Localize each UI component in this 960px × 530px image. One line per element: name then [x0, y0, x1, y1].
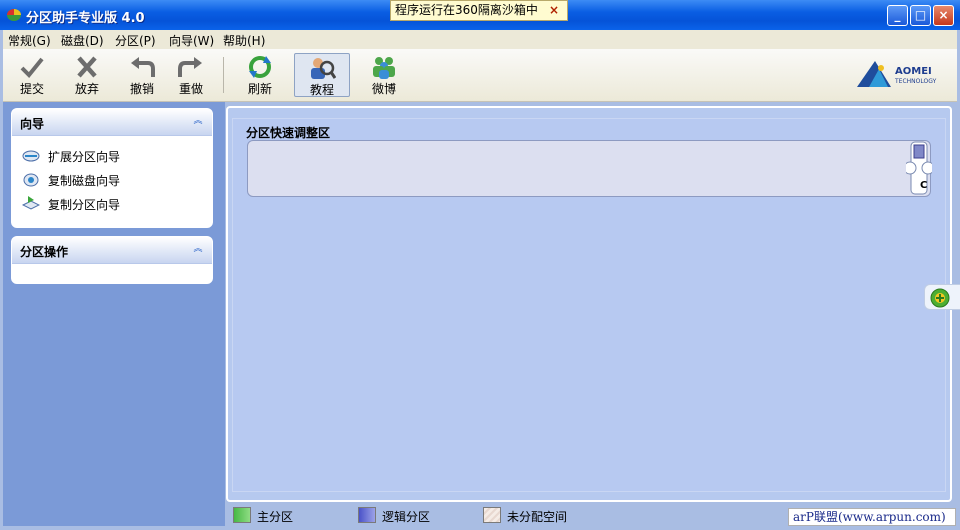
add-circle-icon [930, 288, 950, 308]
toolbar-separator [223, 57, 224, 93]
undo-button[interactable]: 撤销 [117, 53, 167, 97]
resize-handle-icon[interactable] [906, 140, 932, 196]
weibo-icon [373, 57, 395, 79]
menu-wizard[interactable]: 向导(W) [169, 32, 214, 49]
window-title: 分区助手专业版 4.0 [26, 11, 145, 26]
menu-general[interactable]: 常规(G) [8, 32, 51, 49]
logo-sub: TECHNOLOGY [895, 78, 937, 85]
sandbox-close-icon[interactable]: × [549, 1, 559, 20]
menu-bar: 常规(G) 磁盘(D) 分区(P) 向导(W) 帮助(H) [3, 30, 957, 49]
legend-logical-swatch [358, 507, 376, 523]
discard-button[interactable]: 放弃 [62, 53, 112, 97]
sandbox-notice-text: 程序运行在360隔离沙箱中 [395, 3, 538, 17]
copy-disk-icon [23, 173, 39, 187]
collapse-chevron-icon[interactable]: ︽ [192, 115, 204, 127]
refresh-icon [249, 56, 271, 78]
tutorial-button[interactable]: 教程 [294, 53, 350, 97]
app-logo-icon [7, 9, 21, 21]
disk-partition-bar[interactable] [247, 140, 931, 197]
maximize-button[interactable]: □ [910, 5, 931, 26]
redo-icon [178, 57, 202, 77]
logo-name: AOMEI [895, 66, 932, 77]
check-icon [20, 57, 44, 78]
wizard-group-header[interactable]: 向导 ︽ [12, 109, 212, 136]
weibo-button[interactable]: 微博 [359, 53, 409, 97]
collapse-chevron-icon[interactable]: ︽ [192, 243, 204, 255]
copy-partition-icon [22, 196, 40, 210]
toolbar: 提交 放弃 撤销 重做 刷新 教程 微博 AOMEI TECHNOLOGY [3, 49, 957, 102]
tutorial-icon [311, 58, 336, 79]
aomei-logo-icon [857, 61, 891, 87]
undo-icon [131, 57, 155, 77]
commit-button[interactable]: 提交 [7, 53, 57, 97]
menu-partition[interactable]: 分区(P) [115, 32, 156, 49]
partition-ops-group: 分区操作 ︽ [11, 236, 213, 284]
sandbox-notice: 程序运行在360隔离沙箱中 × [390, 0, 568, 21]
left-pane: 向导 ︽ 扩展分区向导 复制磁盘向导 复制分区向导 分区操作 ︽ [3, 102, 225, 526]
quick-adjust-title: 分区快速调整区 [246, 126, 331, 140]
partition-ops-title: 分区操作 [20, 245, 69, 259]
aomei-logo: AOMEI TECHNOLOGY [855, 59, 947, 91]
redo-button[interactable]: 重做 [166, 53, 216, 97]
handle-drive-label: C [920, 180, 928, 191]
menu-disk[interactable]: 磁盘(D) [61, 32, 104, 49]
watermark: arP联盟(www.arpun.com) [788, 508, 956, 526]
minimize-button[interactable]: _ [887, 5, 908, 26]
menu-help[interactable]: 帮助(H) [223, 32, 265, 49]
side-floater[interactable] [924, 284, 960, 310]
wizard-group: 向导 ︽ 扩展分区向导 复制磁盘向导 复制分区向导 [11, 108, 213, 228]
x-icon [77, 56, 97, 78]
wizard-group-title: 向导 [20, 117, 45, 131]
legend-unallocated-swatch [483, 507, 501, 523]
partition-ops-header[interactable]: 分区操作 ︽ [12, 237, 212, 264]
refresh-button[interactable]: 刷新 [235, 53, 285, 97]
close-button[interactable]: × [933, 5, 954, 26]
extend-partition-icon [22, 150, 40, 162]
legend-primary-swatch [233, 507, 251, 523]
